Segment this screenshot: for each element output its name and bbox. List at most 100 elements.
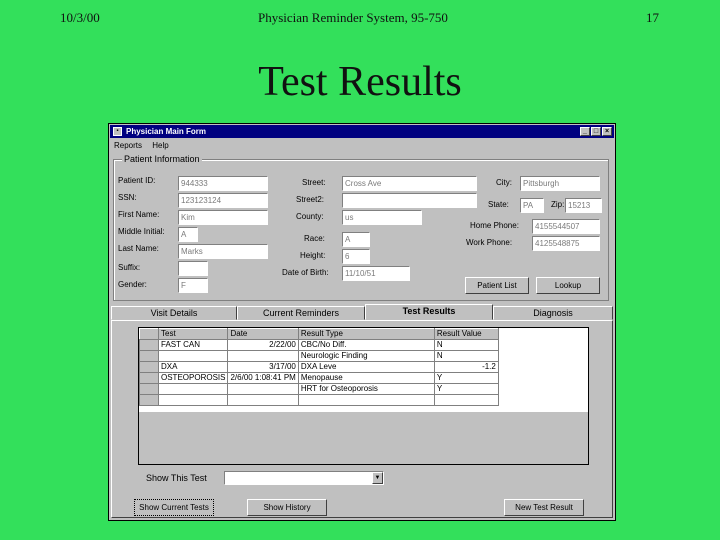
show-this-test-combo[interactable]: ▼ xyxy=(224,471,384,485)
title-bar[interactable]: ▪ Physician Main Form _ □ × xyxy=(110,125,614,138)
result-value-cell[interactable]: -1.2 xyxy=(433,361,499,373)
test-results-grid[interactable]: Test Date Result Type Result Value FAST CAN 2… xyxy=(138,327,589,465)
show-current-tests-button[interactable]: Show Current Tests xyxy=(134,499,214,516)
patient-list-button[interactable]: Patient List xyxy=(465,277,529,294)
date-cell[interactable] xyxy=(227,383,299,395)
result-type-cell[interactable]: Neurologic Finding xyxy=(297,350,435,362)
suffix-label: Suffix: xyxy=(118,263,141,272)
result-type-cell[interactable]: HRT for Osteoporosis xyxy=(297,383,435,395)
app-icon: ▪ xyxy=(113,127,122,136)
date-of-birth-label: Date of Birth: xyxy=(282,268,329,277)
city-label: City: xyxy=(496,178,512,187)
street2-field[interactable] xyxy=(342,193,477,208)
tab-visit-details[interactable]: Visit Details xyxy=(111,306,237,320)
test-cell[interactable]: FAST CAN xyxy=(157,339,229,351)
tab-diagnosis[interactable]: Diagnosis xyxy=(493,306,613,320)
result-value-cell[interactable] xyxy=(433,394,499,406)
date-column-header[interactable]: Date xyxy=(227,328,299,340)
menu-reports[interactable]: Reports xyxy=(114,141,142,150)
date-of-birth-field[interactable]: 11/10/51 xyxy=(342,266,410,281)
show-this-test-label: Show This Test xyxy=(146,473,207,483)
result-value-cell[interactable]: Y xyxy=(433,383,499,395)
middle-initial-field[interactable]: A xyxy=(178,227,198,242)
slide-title: Test Results xyxy=(258,59,462,105)
dropdown-arrow-icon[interactable]: ▼ xyxy=(372,472,383,484)
street-label: Street: xyxy=(302,178,326,187)
menu-bar: Reports Help xyxy=(114,141,177,151)
slide-date: 10/3/00 xyxy=(60,10,100,25)
zip-field[interactable]: 15213 xyxy=(565,198,602,213)
physician-main-window: ▪ Physician Main Form _ □ × Reports Help… xyxy=(108,123,616,521)
result-type-cell[interactable]: DXA Leve xyxy=(297,361,435,373)
race-field[interactable]: A xyxy=(342,232,370,247)
table-row[interactable]: FAST CAN 2/22/00 CBC/No Diff. N xyxy=(139,339,499,351)
test-cell[interactable]: DXA xyxy=(157,361,229,373)
county-field[interactable]: us xyxy=(342,210,422,225)
result-value-cell[interactable]: N xyxy=(433,350,499,362)
row-selector[interactable] xyxy=(139,328,159,340)
last-name-field[interactable]: Marks xyxy=(178,244,268,259)
test-cell[interactable]: OSTEOPOROSIS xyxy=(157,372,229,384)
gender-label: Gender: xyxy=(118,280,147,289)
date-cell[interactable] xyxy=(227,394,299,406)
result-value-cell[interactable]: N xyxy=(433,339,499,351)
test-column-header[interactable]: Test xyxy=(157,328,229,340)
work-phone-label: Work Phone: xyxy=(466,238,513,247)
result-value-cell[interactable]: Y xyxy=(433,372,499,384)
street-field[interactable]: Cross Ave xyxy=(342,176,477,191)
date-cell[interactable]: 2/22/00 xyxy=(227,339,299,351)
slide-header: Physician Reminder System, 95-750 xyxy=(258,10,448,25)
show-history-button[interactable]: Show History xyxy=(247,499,327,516)
first-name-label: First Name: xyxy=(118,210,160,219)
date-cell[interactable]: 2/6/00 1:08:41 PM xyxy=(227,372,299,384)
home-phone-field[interactable]: 4155544507 xyxy=(532,219,600,234)
table-row[interactable]: Neurologic Finding N xyxy=(139,350,499,362)
lookup-button[interactable]: Lookup xyxy=(536,277,600,294)
state-field[interactable]: PA xyxy=(520,198,544,213)
date-cell[interactable] xyxy=(227,350,299,362)
test-cell[interactable] xyxy=(157,350,229,362)
grid-empty-area xyxy=(139,412,588,464)
home-phone-label: Home Phone: xyxy=(470,221,519,230)
first-name-field[interactable]: Kim xyxy=(178,210,268,225)
tab-test-results[interactable]: Test Results xyxy=(365,304,493,320)
row-selector[interactable] xyxy=(139,383,159,395)
row-selector[interactable] xyxy=(139,361,159,373)
test-cell[interactable] xyxy=(157,394,229,406)
table-row[interactable]: OSTEOPOROSIS 2/6/00 1:08:41 PM Menopause Y xyxy=(139,372,499,384)
close-button[interactable]: × xyxy=(602,127,612,136)
group-caption: Patient Information xyxy=(122,154,202,164)
tab-current-reminders[interactable]: Current Reminders xyxy=(237,306,365,320)
result-value-column-header[interactable]: Result Value xyxy=(433,328,499,340)
gender-field[interactable]: F xyxy=(178,278,208,293)
test-cell[interactable] xyxy=(157,383,229,395)
results-table: Test Date Result Type Result Value FAST CAN 2… xyxy=(139,328,499,406)
minimize-button[interactable]: _ xyxy=(580,127,590,136)
work-phone-field[interactable]: 4125548875 xyxy=(532,236,600,251)
patient-id-field[interactable]: 944333 xyxy=(178,176,268,191)
row-selector[interactable] xyxy=(139,394,159,406)
maximize-button[interactable]: □ xyxy=(591,127,601,136)
table-row[interactable] xyxy=(139,394,499,406)
row-selector[interactable] xyxy=(139,339,159,351)
result-type-column-header[interactable]: Result Type xyxy=(297,328,435,340)
result-type-cell[interactable] xyxy=(297,394,435,406)
table-row[interactable]: DXA 3/17/00 DXA Leve -1.2 xyxy=(139,361,499,373)
menu-help[interactable]: Help xyxy=(152,141,168,150)
result-type-cell[interactable]: CBC/No Diff. xyxy=(297,339,435,351)
test-results-panel: Test Date Result Type Result Value FAST CAN 2… xyxy=(111,320,613,518)
new-test-result-button[interactable]: New Test Result xyxy=(504,499,584,516)
row-selector[interactable] xyxy=(139,350,159,362)
result-type-cell[interactable]: Menopause xyxy=(297,372,435,384)
row-selector[interactable] xyxy=(139,372,159,384)
county-label: County: xyxy=(296,212,324,221)
city-field[interactable]: Pittsburgh xyxy=(520,176,600,191)
height-field[interactable]: 6 xyxy=(342,249,370,264)
ssn-label: SSN: xyxy=(118,193,137,202)
ssn-field[interactable]: 123123124 xyxy=(178,193,268,208)
suffix-field[interactable] xyxy=(178,261,208,276)
slide-page-number: 17 xyxy=(646,10,659,25)
state-label: State: xyxy=(488,200,509,209)
table-row[interactable]: HRT for Osteoporosis Y xyxy=(139,383,499,395)
date-cell[interactable]: 3/17/00 xyxy=(227,361,299,373)
